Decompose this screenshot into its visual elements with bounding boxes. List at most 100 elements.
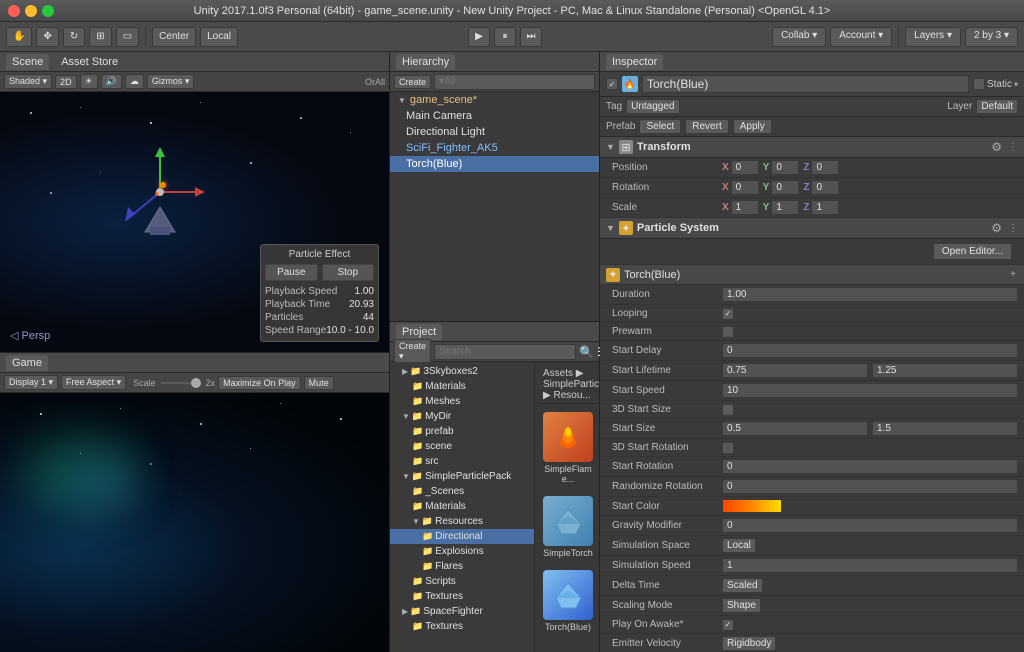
project-create-btn[interactable]: Create ▾ [394, 339, 431, 364]
emitter-velocity-value[interactable]: Rigidbody [722, 636, 776, 651]
transform-section-header[interactable]: ▼ ⊞ Transform ⚙ ⋮ [600, 137, 1024, 158]
tree-item-spacefighter[interactable]: ▶ 📁 SpaceFighter [390, 604, 534, 619]
particle-gear-btn[interactable]: ⚙ [989, 221, 1004, 235]
hierarchy-search[interactable] [434, 74, 595, 90]
fx-button[interactable]: ☁ [125, 74, 144, 89]
tab-scene[interactable]: Scene [6, 54, 49, 70]
tree-item-3skyboxes2[interactable]: ▶ 📁 3Skyboxes2 [390, 364, 534, 379]
tree-item-textures-1[interactable]: 📁 Textures [390, 589, 534, 604]
start-rotation-value[interactable]: 0 [722, 459, 1018, 474]
tree-item-materials-1[interactable]: 📁 Materials [390, 379, 534, 394]
tab-inspector[interactable]: Inspector [606, 54, 663, 70]
asset-item-simpleflame1[interactable]: SimpleFlame... [539, 408, 597, 488]
hierarchy-item-main-camera[interactable]: Main Camera [390, 108, 599, 124]
start-delay-value[interactable]: 0 [722, 343, 1018, 358]
mute-btn[interactable]: Mute [304, 376, 334, 390]
account-button[interactable]: Account ▾ [830, 27, 892, 47]
looping-check[interactable] [722, 308, 734, 320]
particle-system-section-header[interactable]: ▼ ✦ Particle System ⚙ ⋮ [600, 218, 1024, 239]
tree-item-resources[interactable]: ▼ 📁 Resources [390, 514, 534, 529]
start-size-max[interactable]: 1.5 [872, 421, 1018, 436]
hierarchy-item-scifi-fighter[interactable]: SciFi_Fighter_AK5 [390, 140, 599, 156]
start-color-value[interactable] [722, 499, 782, 513]
rotation-x-value[interactable]: 0 [731, 180, 759, 195]
position-y-value[interactable]: 0 [771, 160, 799, 175]
lighting-button[interactable]: ☀ [80, 74, 98, 89]
scale-slider[interactable] [161, 382, 201, 384]
rotation-y-value[interactable]: 0 [771, 180, 799, 195]
tree-item-explosions[interactable]: 📁 Explosions [390, 544, 534, 559]
tree-item-mydir[interactable]: ▼ 📁 MyDir [390, 409, 534, 424]
play-button[interactable]: ▶ [468, 27, 490, 47]
project-search[interactable] [434, 344, 576, 360]
stop-particle-btn[interactable]: Stop [322, 264, 375, 281]
tree-item-simpleparticlepack[interactable]: ▼ 📁 SimpleParticlePack [390, 469, 534, 484]
project-search-icon[interactable]: 🔍 [579, 345, 594, 359]
minimize-button[interactable] [25, 5, 37, 17]
simulation-speed-value[interactable]: 1 [722, 558, 1018, 573]
pause-particle-btn[interactable]: Pause [265, 264, 318, 281]
object-name-field[interactable] [642, 75, 969, 93]
2d-button[interactable]: 2D [55, 75, 77, 89]
rect-tool[interactable]: ▭ [116, 27, 139, 47]
layout-button[interactable]: 2 by 3 ▾ [965, 27, 1018, 47]
start-speed-value[interactable]: 10 [722, 383, 1018, 398]
prewarm-check[interactable] [722, 326, 734, 338]
hierarchy-item-torch-blue[interactable]: Torch(Blue) [390, 156, 599, 172]
tree-item-prefab[interactable]: 📁 prefab [390, 424, 534, 439]
local-button[interactable]: Local [200, 27, 238, 47]
scene-content[interactable]: ◁ Persp Particle Effect Pause Stop Playb… [0, 92, 389, 352]
scale-y-value[interactable]: 1 [771, 200, 799, 215]
scale-z-value[interactable]: 1 [811, 200, 839, 215]
scale-tool[interactable]: ⊞ [89, 27, 111, 47]
tree-item-directional[interactable]: 📁 Directional [390, 529, 534, 544]
hierarchy-create-btn[interactable]: Create [394, 75, 431, 89]
3d-start-rotation-check[interactable] [722, 442, 734, 454]
start-lifetime-min[interactable]: 0.75 [722, 363, 868, 378]
scale-x-value[interactable]: 1 [731, 200, 759, 215]
layers-button[interactable]: Layers ▾ [905, 27, 961, 47]
asset-item-torch-blue[interactable]: Torch(Blue) [539, 566, 597, 646]
tag-dropdown[interactable]: Untagged [626, 99, 679, 114]
tree-item-src[interactable]: 📁 src [390, 454, 534, 469]
tree-item-meshes[interactable]: 📁 Meshes [390, 394, 534, 409]
tab-project[interactable]: Project [396, 324, 442, 340]
randomize-rotation-value[interactable]: 0 [722, 479, 1018, 494]
simulation-space-value[interactable]: Local [722, 538, 756, 553]
tree-item-scripts[interactable]: 📁 Scripts [390, 574, 534, 589]
gravity-modifier-value[interactable]: 0 [722, 518, 1018, 533]
static-check[interactable] [973, 78, 985, 90]
center-button[interactable]: Center [152, 27, 196, 47]
revert-btn[interactable]: Revert [685, 119, 728, 134]
maximize-on-play-btn[interactable]: Maximize On Play [218, 376, 301, 390]
position-z-value[interactable]: 0 [811, 160, 839, 175]
add-component-plus[interactable]: + [1008, 267, 1018, 282]
hierarchy-item-game-scene[interactable]: ▼ game_scene* [390, 92, 599, 108]
scaling-mode-value[interactable]: Shape [722, 598, 761, 613]
transform-overflow-btn[interactable]: ⋮ [1008, 142, 1018, 153]
close-button[interactable] [8, 5, 20, 17]
asset-item-simpletorch[interactable]: SimpleTorch [539, 492, 597, 562]
rotation-z-value[interactable]: 0 [811, 180, 839, 195]
tab-hierarchy[interactable]: Hierarchy [396, 54, 455, 70]
delta-time-value[interactable]: Scaled [722, 578, 763, 593]
move-tool[interactable]: ✥ [36, 27, 58, 47]
apply-btn[interactable]: Apply [733, 119, 772, 134]
step-button[interactable]: ⏭ [520, 27, 542, 47]
open-editor-btn[interactable]: Open Editor... [933, 243, 1012, 260]
rotate-tool[interactable]: ↻ [63, 27, 85, 47]
pause-button[interactable]: ⏸ [494, 27, 516, 47]
select-btn[interactable]: Select [639, 119, 681, 134]
aspect-button[interactable]: Free Aspect ▾ [61, 375, 126, 390]
audio-button[interactable]: 🔊 [101, 74, 122, 89]
tab-asset-store[interactable]: Asset Store [55, 54, 124, 70]
display-button[interactable]: Display 1 ▾ [4, 375, 58, 390]
tree-item-scenes[interactable]: 📁 _Scenes [390, 484, 534, 499]
position-x-value[interactable]: 0 [731, 160, 759, 175]
collab-button[interactable]: Collab ▾ [772, 27, 826, 47]
tab-game[interactable]: Game [6, 355, 48, 371]
shaded-dropdown[interactable]: Shaded ▾ [4, 74, 52, 89]
layer-dropdown[interactable]: Default [976, 99, 1018, 114]
gizmos-button[interactable]: Gizmos ▾ [147, 74, 195, 89]
play-on-awake-check[interactable] [722, 619, 734, 631]
